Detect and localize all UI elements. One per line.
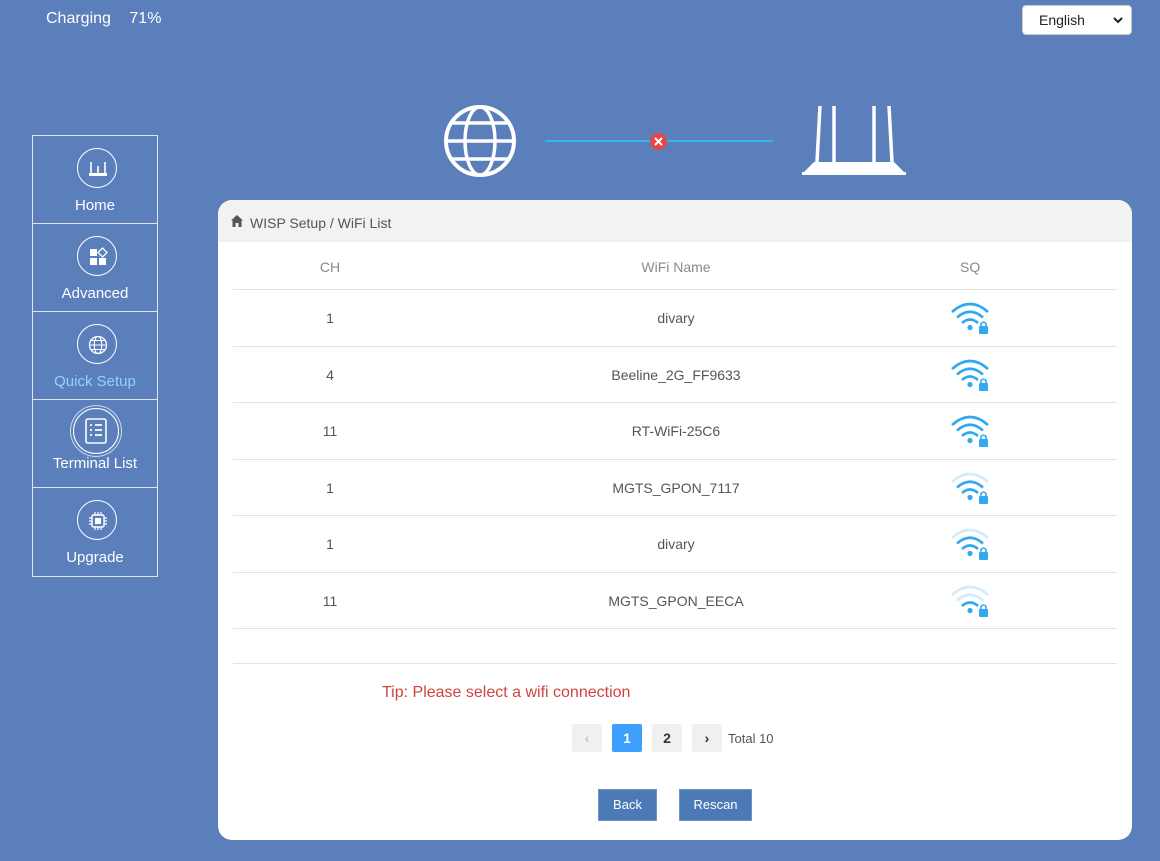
- language-select[interactable]: English: [1022, 5, 1132, 35]
- page-button-1[interactable]: 1: [612, 724, 642, 752]
- breadcrumb: WISP Setup / WiFi List: [218, 200, 1132, 242]
- cell-wifi-name: Beeline_2G_FF9633: [611, 366, 741, 383]
- pagination-total: Total 10: [728, 731, 774, 746]
- disconnected-icon: [650, 133, 667, 150]
- table-row[interactable]: 1 divary: [233, 290, 1117, 347]
- back-button[interactable]: Back: [598, 789, 657, 821]
- column-header-name: WiFi Name: [641, 259, 711, 275]
- sidebar-item-label: Terminal List: [52, 455, 138, 472]
- table-row[interactable]: 1 MGTS_GPON_7117: [233, 460, 1117, 516]
- home-icon: [231, 215, 243, 227]
- sidebar-item-terminal-list[interactable]: Terminal List: [33, 400, 157, 488]
- sidebar-item-label: Upgrade: [66, 549, 124, 566]
- cell-ch: 1: [326, 479, 334, 496]
- column-header-sq: SQ: [960, 259, 981, 275]
- table-row[interactable]: 11 RT-WiFi-25C6: [233, 403, 1117, 460]
- charging-label: Charging: [46, 10, 111, 27]
- tip-message: Tip: Please select a wifi connection: [382, 684, 631, 701]
- cell-signal: [950, 357, 990, 394]
- breadcrumb-text: WISP Setup / WiFi List: [250, 215, 392, 231]
- router-icon: [802, 105, 906, 175]
- sidebar-item-label: Home: [74, 197, 115, 214]
- globe-icon: [77, 324, 117, 364]
- table-body: 1 divary 4 Beeline_2G_FF9633 11 RT-WiFi-25C6 1…: [233, 290, 1117, 629]
- wifi-table: CH WiFi Name SQ 1 divary 4 Beeline_2G_FF963…: [233, 242, 1117, 629]
- cell-wifi-name: MGTS_GPON_7117: [612, 479, 740, 496]
- next-page-button[interactable]: ›: [692, 724, 722, 752]
- sidebar-item-label: Advanced: [61, 285, 129, 302]
- cell-wifi-name: MGTS_GPON_EECA: [608, 592, 744, 609]
- cell-ch: 4: [326, 366, 334, 383]
- cell-signal: [950, 413, 990, 450]
- table-row[interactable]: 1 divary: [233, 516, 1117, 573]
- grid-icon: [77, 236, 117, 276]
- sidebar-item-home[interactable]: Home: [33, 136, 157, 224]
- cell-ch: 1: [326, 310, 334, 326]
- table-row[interactable]: 4 Beeline_2G_FF9633: [233, 347, 1117, 403]
- sidebar-item-label: Quick Setup: [54, 373, 136, 390]
- wifi-locked-icon: [951, 302, 989, 334]
- cell-wifi-name: divary: [657, 310, 695, 326]
- divider: [233, 663, 1117, 664]
- cell-wifi-name: RT-WiFi-25C6: [631, 423, 721, 439]
- list-icon: [73, 408, 119, 454]
- cell-ch: 11: [322, 592, 338, 609]
- cell-signal: [950, 470, 990, 507]
- page-button-2[interactable]: 2: [652, 724, 682, 752]
- prev-page-button[interactable]: ‹: [572, 724, 602, 752]
- table-row[interactable]: 11 MGTS_GPON_EECA: [233, 573, 1117, 629]
- wifi-locked-icon: [951, 585, 989, 617]
- router-icon: [77, 148, 117, 188]
- table-header: CH WiFi Name SQ: [233, 242, 1117, 290]
- sidebar-item-quick-setup[interactable]: Quick Setup: [33, 312, 157, 400]
- internet-globe-icon: [444, 105, 516, 177]
- chip-icon: [77, 500, 117, 540]
- column-header-ch: CH: [319, 259, 341, 275]
- wifi-locked-icon: [951, 359, 989, 391]
- language-selected: English: [1039, 12, 1085, 28]
- cell-signal: [950, 526, 990, 563]
- sidebar-item-upgrade[interactable]: Upgrade: [33, 488, 157, 576]
- battery-level: 71%: [129, 10, 162, 27]
- rescan-button[interactable]: Rescan: [679, 789, 752, 821]
- cell-ch: 1: [326, 536, 334, 552]
- wifi-locked-icon: [951, 528, 989, 560]
- cell-ch: 11: [322, 423, 338, 439]
- wifi-locked-icon: [951, 472, 989, 504]
- wifi-list-panel: WISP Setup / WiFi List CH WiFi Name SQ 1…: [218, 200, 1132, 840]
- status-bar: Charging 71%: [46, 10, 175, 28]
- cell-signal: [950, 300, 990, 337]
- sidebar-item-advanced[interactable]: Advanced: [33, 224, 157, 312]
- cell-wifi-name: divary: [657, 536, 695, 552]
- wifi-locked-icon: [951, 415, 989, 447]
- chevron-down-icon: [1113, 17, 1123, 24]
- sidebar: Home Advanced Quick Setup Terminal List …: [32, 135, 158, 577]
- cell-signal: [950, 583, 990, 620]
